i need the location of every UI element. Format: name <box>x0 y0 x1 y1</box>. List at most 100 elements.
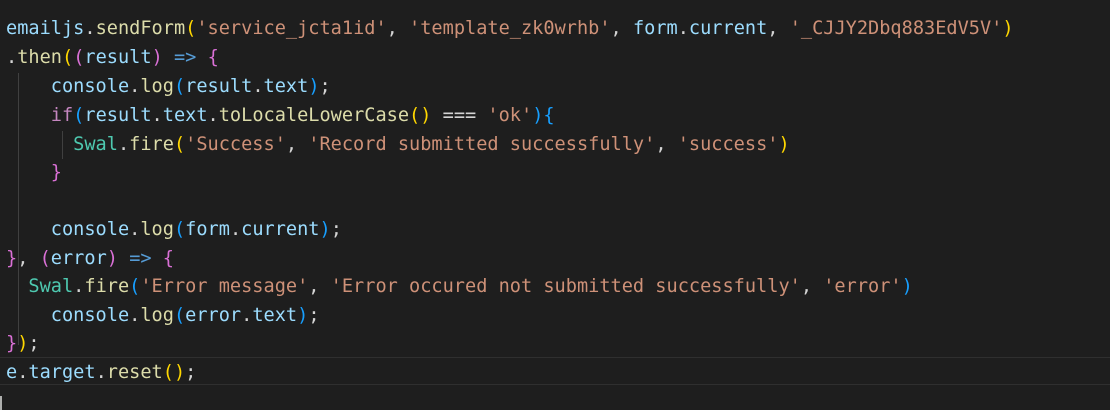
code-token: Swal <box>73 134 118 155</box>
code-line[interactable]: emailjs.sendForm('service_jcta1id', 'tem… <box>6 15 1014 43</box>
code-token: form <box>632 18 678 39</box>
code-token: ) <box>319 219 331 240</box>
code-token: current <box>688 18 768 39</box>
code-token: '_CJJY2Dbq883EdV5V' <box>789 18 1003 39</box>
code-token: , <box>285 134 309 155</box>
code-token: console <box>50 219 130 240</box>
code-line[interactable]: if(result.text.toLocaleLowerCase() === '… <box>6 102 555 130</box>
code-token: 'Success' <box>185 134 286 155</box>
code-line[interactable]: console.log(form.current); <box>6 216 342 244</box>
code-token: . <box>84 18 96 39</box>
code-token: ( <box>73 105 85 126</box>
code-token: ( <box>61 47 74 68</box>
code-token: Swal <box>28 276 74 297</box>
code-token: => <box>173 47 197 68</box>
code-token: 'template_zk0wrhb' <box>409 18 611 39</box>
code-token: ) <box>778 134 790 155</box>
code-line[interactable]: console.log(error.text); <box>6 302 320 330</box>
code-token: === <box>431 105 488 126</box>
code-token: , <box>308 276 331 297</box>
code-token: ( <box>173 134 186 155</box>
code-token: console <box>50 305 130 326</box>
code-token: emailjs <box>6 18 85 39</box>
code-token: ) <box>1002 18 1014 39</box>
code-token: . <box>207 105 219 126</box>
code-token: , <box>610 18 633 39</box>
code-token: { <box>543 105 555 126</box>
code-token: ( <box>173 219 186 240</box>
code-line[interactable]: Swal.fire('Error message', 'Error occure… <box>6 273 913 301</box>
code-token: text <box>252 305 298 326</box>
code-token: text <box>263 76 309 97</box>
code-token: 'ok' <box>487 105 533 126</box>
code-token: reset <box>106 362 163 383</box>
code-token: fire <box>129 134 174 155</box>
code-token: . <box>129 219 141 240</box>
code-token: . <box>117 134 130 155</box>
code-line[interactable]: } <box>6 159 62 187</box>
code-token: ) <box>17 333 29 354</box>
code-token: then <box>17 47 62 68</box>
code-token: 'Error occured not submitted successfull… <box>330 276 801 297</box>
code-line[interactable]: }); <box>6 330 40 358</box>
code-token: 'Error message' <box>140 276 309 297</box>
code-token: () <box>409 105 432 126</box>
code-line[interactable]: .then((result) => { <box>6 44 219 72</box>
code-token: } <box>6 333 18 354</box>
code-line[interactable]: Swal.fire('Success', 'Record submitted s… <box>6 131 790 159</box>
code-token: ) <box>308 76 320 97</box>
code-token: . <box>241 305 253 326</box>
code-token: () <box>162 362 186 383</box>
code-token: log <box>140 219 174 240</box>
code-token: error <box>185 305 242 326</box>
code-token: . <box>677 18 689 39</box>
code-editor[interactable]: emailjs.sendForm('service_jcta1id', 'tem… <box>0 0 1110 410</box>
code-token: ( <box>173 305 186 326</box>
text-cursor <box>0 396 2 410</box>
code-token: ) <box>297 305 309 326</box>
code-token: ) <box>901 276 913 297</box>
code-token: . <box>129 305 141 326</box>
code-token: . <box>95 362 107 383</box>
code-token: log <box>140 76 174 97</box>
code-token: console <box>50 76 130 97</box>
code-token: result <box>185 76 253 97</box>
code-token: ) <box>151 47 163 68</box>
code-token: 'success' <box>677 134 779 155</box>
code-token: } <box>6 248 18 269</box>
code-token: target <box>28 362 96 383</box>
code-token: ( <box>39 248 51 269</box>
code-line[interactable]: }, (error) => { <box>6 245 174 273</box>
code-token: , <box>655 134 678 155</box>
code-line[interactable]: e.target.reset(); <box>6 359 196 387</box>
code-token: current <box>241 219 320 240</box>
code-token: . <box>73 276 85 297</box>
code-token: ) <box>532 105 544 126</box>
code-token: , <box>767 18 790 39</box>
code-token: . <box>252 76 264 97</box>
code-token: text <box>162 105 208 126</box>
code-token: fire <box>84 276 130 297</box>
code-token: { <box>162 248 174 269</box>
code-token: , <box>800 276 824 297</box>
code-token: log <box>140 305 174 326</box>
code-token: e <box>6 362 18 383</box>
code-token: 'service_jcta1id' <box>196 18 387 39</box>
code-line[interactable]: console.log(result.text); <box>6 73 331 101</box>
code-token: => <box>129 248 152 269</box>
code-token: result <box>84 105 152 126</box>
code-token: , <box>386 18 410 39</box>
code-token: 'Record submitted successfully' <box>308 134 656 155</box>
code-token: . <box>17 362 29 383</box>
code-token: . <box>129 76 141 97</box>
code-token: form <box>185 219 230 240</box>
code-token: ; <box>28 333 40 354</box>
